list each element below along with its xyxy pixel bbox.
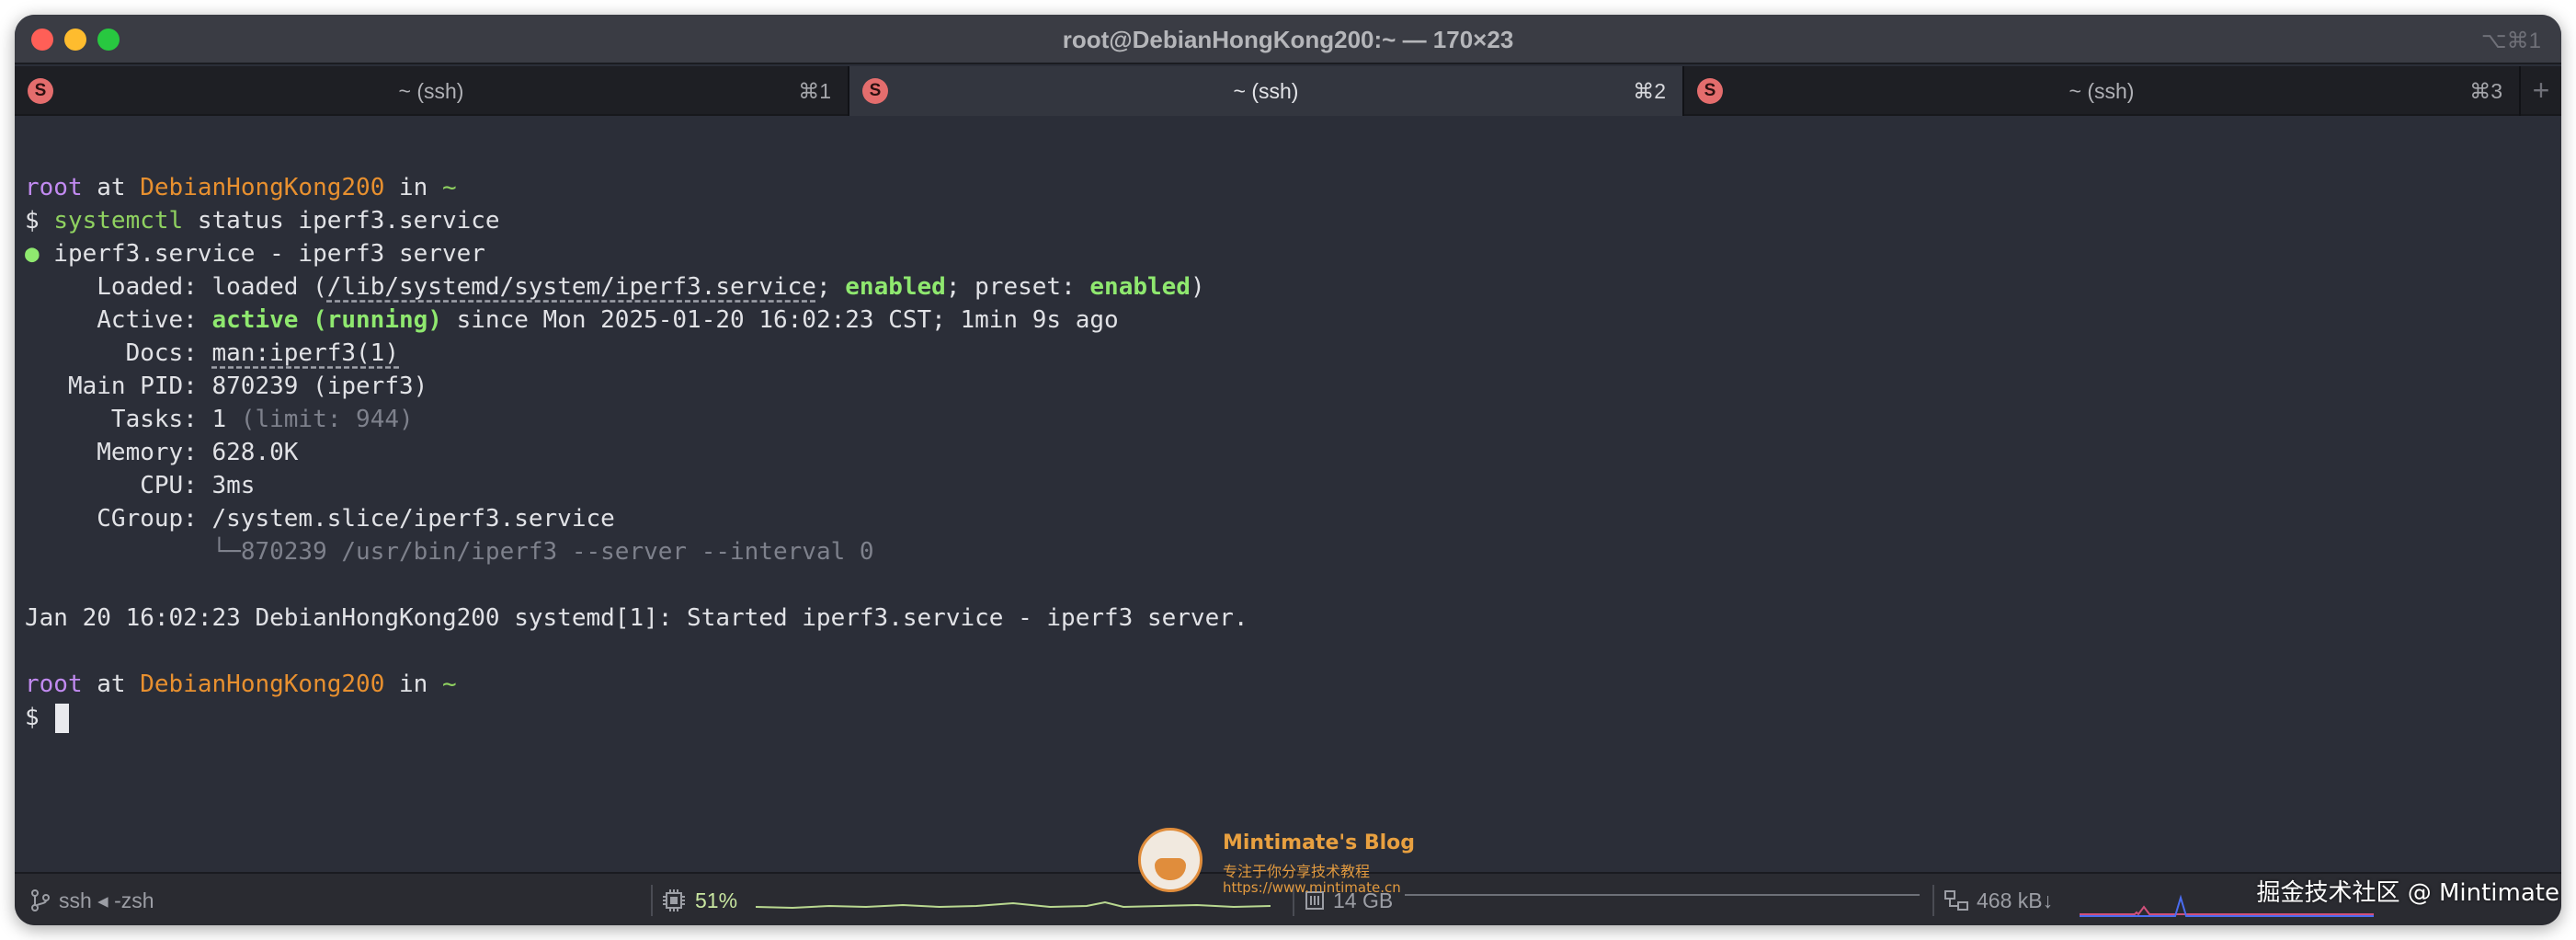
text-cursor [55,703,70,733]
prompt-user: root [25,174,83,201]
tab-3[interactable]: S ~ (ssh) ⌘3 [1684,66,2521,116]
docs-link[interactable]: man:iperf3(1) [212,339,400,367]
terminal-output[interactable]: root at DebianHongKong200 in ~ $ systemc… [15,118,2561,872]
tasks-line: Tasks: 1 (limit: 944) [25,403,2561,436]
main-pid-value: 870239 (iperf3) [211,373,428,400]
input-line[interactable]: $ [25,701,2561,734]
prompt-host: DebianHongKong200 [140,671,385,698]
prompt-at: at [82,671,141,698]
title-bar: root@DebianHongKong200:~ — 170×23 ⌥⌘1 [15,15,2561,64]
preset-label: ; preset: [945,273,1090,301]
tab-label: ~ (ssh) [398,79,464,103]
tab-2[interactable]: S ~ (ssh) ⌘2 [849,66,1684,116]
git-branch-icon [29,888,51,918]
cpu-usage: 51% [695,888,738,912]
docs-line: Docs: man:iperf3(1) [25,337,2561,370]
window-shortcut: ⌥⌘1 [2480,29,2541,53]
active-line: Active: active (running) since Mon 2025-… [25,304,2561,337]
window-title: root@DebianHongKong200:~ — 170×23 [1062,26,1514,53]
journal-log-line: Jan 20 16:02:23 DebianHongKong200 system… [25,604,1248,632]
command-name: systemctl [53,207,184,235]
prompt-symbol: $ [25,207,54,235]
service-title: iperf3.service - iperf3 server [39,240,485,268]
prompt-at: at [82,174,141,201]
loaded-close: ) [1190,273,1205,301]
blog-url: https://www.mintimate.cn [1223,879,1401,896]
network-icon [1943,888,1969,918]
tab-shortcut: ⌘2 [1633,79,1666,103]
new-tab-button[interactable]: + [2521,66,2561,116]
prompt-line: root at DebianHongKong200 in ~ [25,668,2561,701]
memory-value: 628.0K [211,439,299,466]
memory-line: Memory: 628.0K [25,436,2561,469]
cpu-value: 3ms [211,472,256,499]
active-state: active (running) [211,306,442,334]
tab-1[interactable]: S ~ (ssh) ⌘1 [15,66,849,116]
main-pid-label: Main PID: [25,373,212,400]
active-label: Active: [25,306,212,334]
blog-name: Mintimate's Blog [1223,831,1416,854]
cgroup-process: 870239 /usr/bin/iperf3 --server --interv… [240,538,874,566]
prompt-user: root [25,671,83,698]
loaded-state: loaded ( [211,273,327,301]
cgroup-label: CGroup: [25,505,212,533]
preset-state: enabled [1089,273,1191,301]
blog-tagline: 专注于你分享技术教程 [1223,863,1371,880]
status-dot-icon: ● [25,240,40,268]
tab-label: ~ (ssh) [2069,79,2135,103]
unit-file-link[interactable]: /lib/systemd/system/iperf3.service [327,273,816,301]
cpu-chip-icon [662,888,686,918]
prompt-dir: ~ [441,671,457,698]
prompt-in: in [384,174,442,201]
cgroup-child-line: └─870239 /usr/bin/iperf3 --server --inte… [25,535,2561,568]
tab-shortcut: ⌘3 [2469,79,2502,103]
prompt-host: DebianHongKong200 [140,174,385,201]
tab-label: ~ (ssh) [1233,79,1299,103]
blog-logo-icon [1138,828,1203,892]
tab-shortcut: ⌘1 [798,79,831,103]
command-args: status iperf3.service [183,207,500,235]
cgroup-line: CGroup: /system.slice/iperf3.service [25,502,2561,535]
prompt-dir: ~ [441,174,457,201]
terminal-window: root@DebianHongKong200:~ — 170×23 ⌥⌘1 S … [15,15,2561,925]
docs-label: Docs: [25,339,212,367]
memory-label: Memory: [25,439,212,466]
tasks-value: 1 [211,406,227,433]
tab-bar: S ~ (ssh) ⌘1 S ~ (ssh) ⌘2 S ~ (ssh) ⌘3 + [15,66,2561,116]
status-divider [1932,885,1934,916]
tree-branch: └─ [25,538,241,566]
loaded-line: Loaded: loaded (/lib/systemd/system/iper… [25,270,2561,304]
prompt-in: in [384,671,442,698]
active-since: since Mon 2025-01-20 16:02:23 CST; 1min … [441,306,1119,334]
network-rate: 468 kB↓ [1977,888,2054,912]
prompt-symbol: $ [25,704,54,731]
loaded-sep: ; [815,273,846,301]
cgroup-value: /system.slice/iperf3.service [211,505,615,533]
tasks-limit: (limit: 944) [226,406,414,433]
juejin-watermark: 掘金技术社区 @ Mintimate [2256,879,2559,907]
status-divider [651,885,653,916]
session-name[interactable]: ssh ◂ -zsh [59,888,154,913]
tasks-label: Tasks: [25,406,212,433]
blog-watermark: Mintimate's Blog 专注于你分享技术教程 https://www.… [1138,828,1524,901]
loaded-label: Loaded: [25,273,212,301]
enabled-state: enabled [845,273,946,301]
main-pid-line: Main PID: 870239 (iperf3) [25,370,2561,403]
service-header-line: ● iperf3.service - iperf3 server [25,237,2561,270]
prompt-line: root at DebianHongKong200 in ~ [25,171,2561,204]
cpu-line: CPU: 3ms [25,469,2561,502]
cpu-label: CPU: [25,472,212,499]
command-line: $ systemctl status iperf3.service [25,204,2561,237]
